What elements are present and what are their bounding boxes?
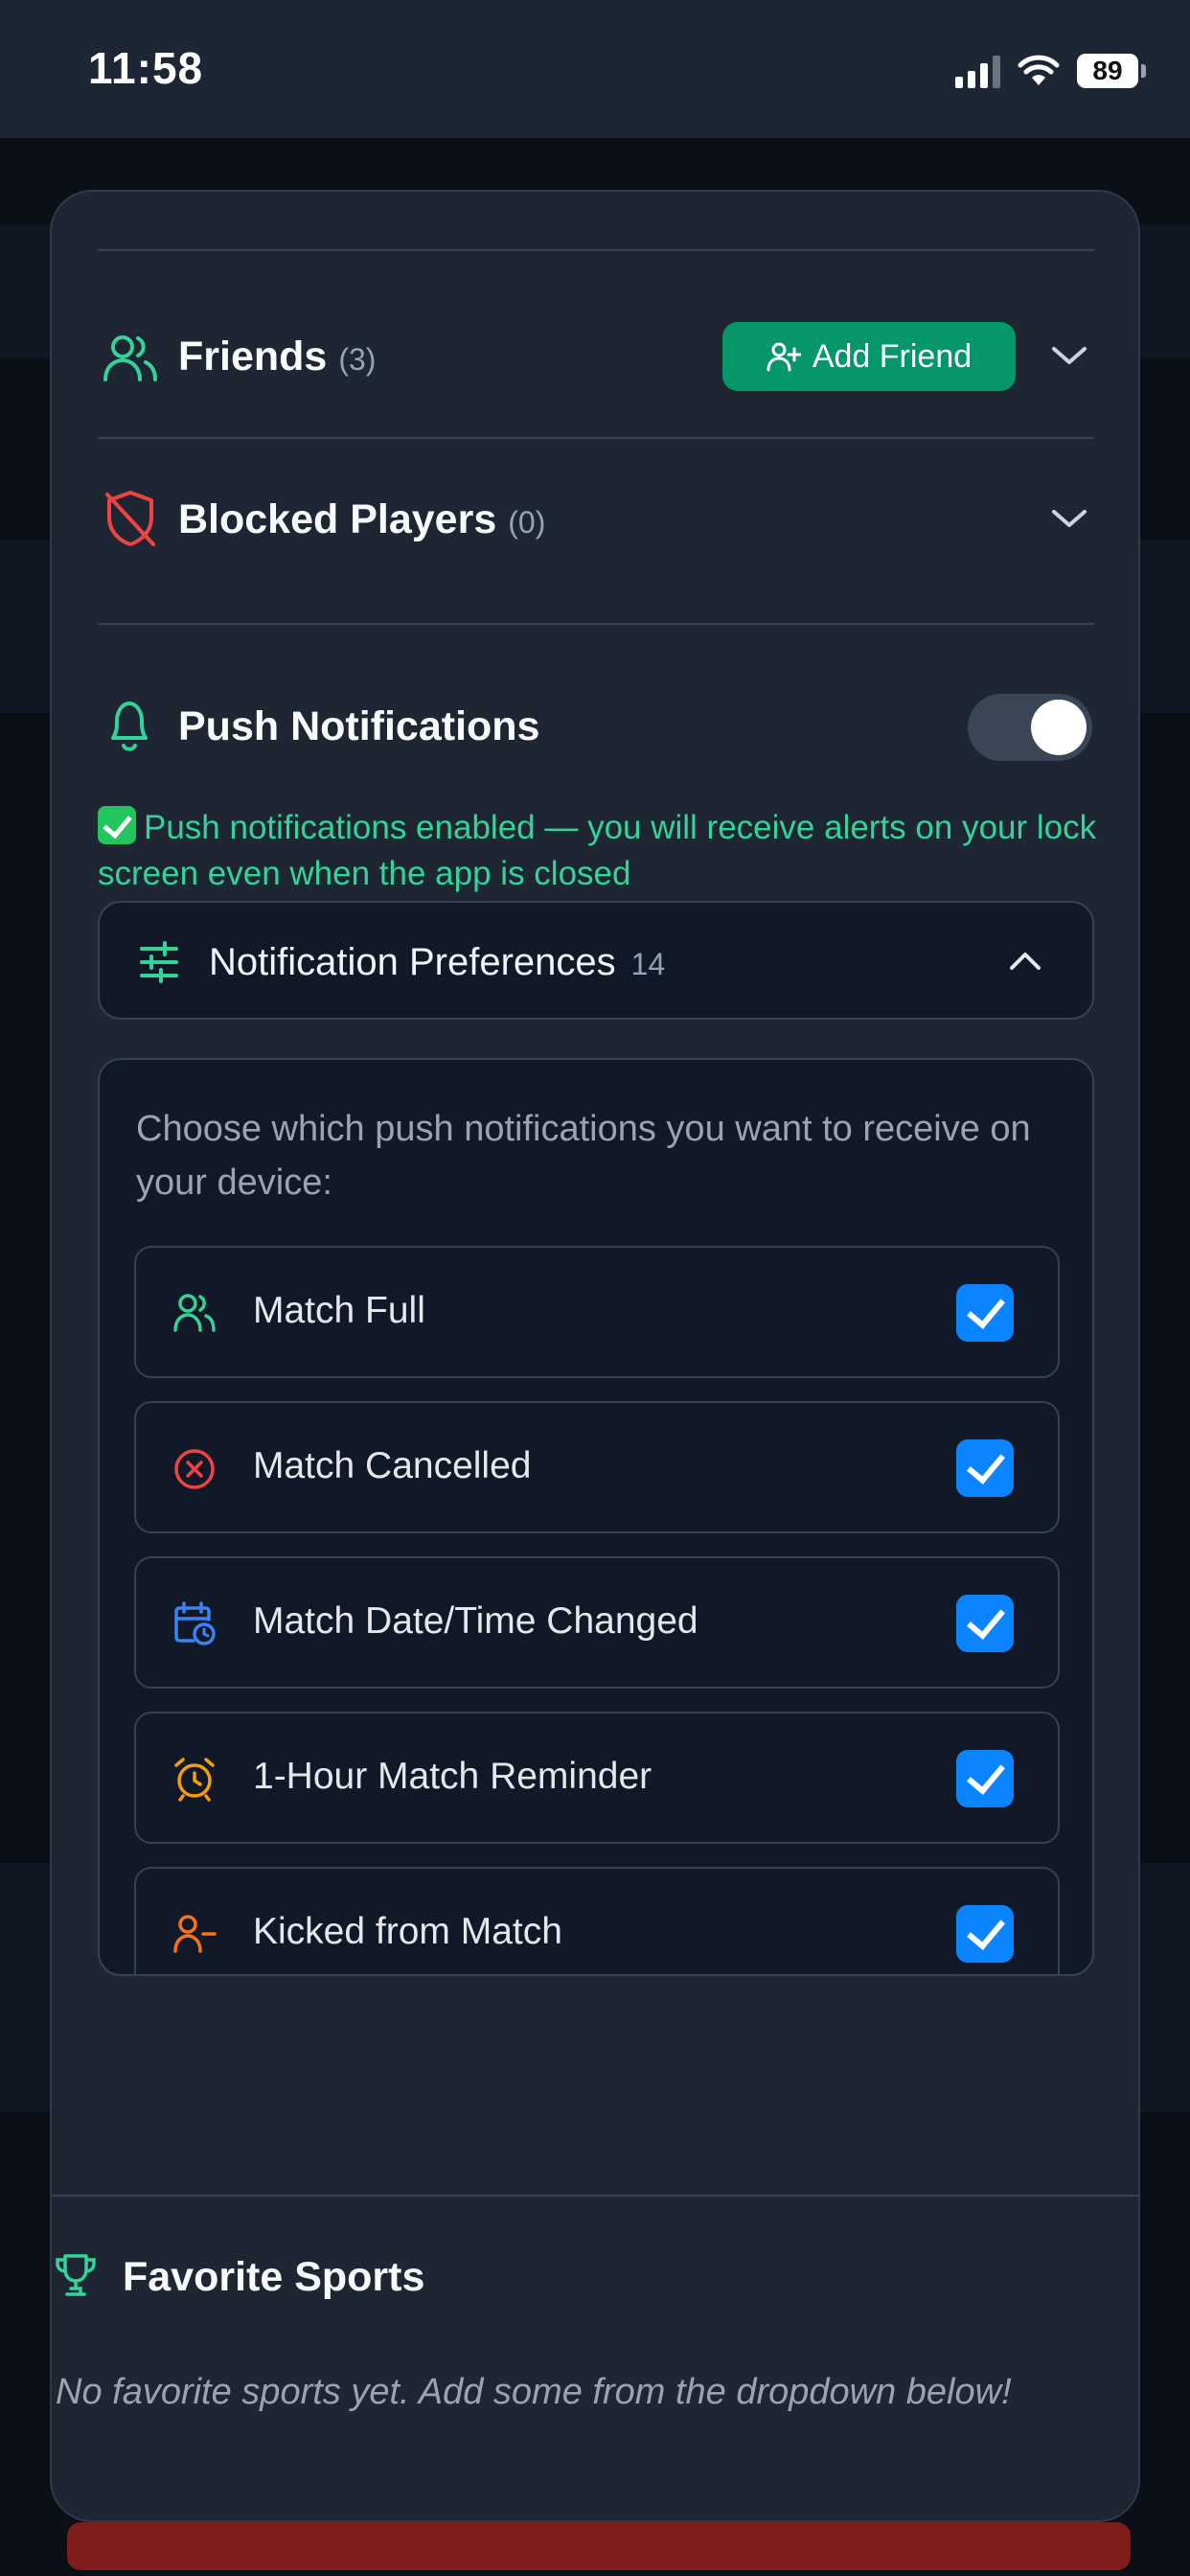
wifi-icon	[1018, 55, 1060, 85]
notification-preferences-panel[interactable]: Choose which push notifications you want…	[98, 1058, 1094, 1976]
push-notifications-title: Push Notifications	[178, 703, 540, 749]
push-notifications-toggle[interactable]	[968, 694, 1092, 761]
users-icon	[173, 1294, 216, 1332]
profile-sheet: Friends (3) Add Friend Blocked Players (0)…	[50, 190, 1140, 2522]
preferences-title-text: Notification Preferences	[209, 941, 616, 983]
status-icons: 89	[955, 50, 1146, 92]
pref-checkbox-match-cancelled[interactable]	[956, 1439, 1014, 1497]
add-friend-label: Add Friend	[812, 337, 973, 375]
friends-title: Friends	[178, 334, 328, 380]
alarm-clock-icon	[174, 1758, 215, 1802]
blocked-players-title: Blocked Players	[178, 496, 497, 542]
signal-icon	[955, 54, 1000, 88]
preferences-description: Choose which push notifications you want…	[136, 1109, 1031, 1203]
friends-section-header[interactable]: Friends (3)	[178, 334, 376, 380]
pref-item-match-date-time-changed[interactable]: Match Date/Time Changed	[134, 1556, 1060, 1689]
notification-preferences-toggle[interactable]: Notification Preferences 14	[98, 901, 1094, 1020]
notification-preferences-title: Notification Preferences 14	[209, 941, 665, 984]
user-minus-icon	[173, 1915, 217, 1953]
status-time: 11:58	[88, 43, 204, 93]
pref-label: Match Date/Time Changed	[253, 1600, 698, 1642]
calendar-clock-icon	[174, 1601, 216, 1645]
pref-label: Match Cancelled	[253, 1445, 532, 1486]
push-status-text: Push notifications enabled — you will re…	[98, 809, 1097, 892]
bell-icon	[111, 702, 148, 751]
user-plus-icon	[767, 342, 801, 372]
pref-checkbox-match-date-time-changed[interactable]	[956, 1595, 1014, 1652]
x-circle-icon	[174, 1449, 215, 1489]
status-bar: 11:58 89	[0, 0, 1190, 138]
divider	[98, 437, 1094, 439]
divider	[98, 623, 1094, 625]
favorite-sports-empty-message: No favorite sports yet. Add some from th…	[56, 2372, 1012, 2412]
trophy-icon	[56, 2254, 96, 2296]
preferences-count: 14	[630, 947, 666, 981]
pref-label: Kicked from Match	[253, 1911, 562, 1952]
pref-item-match-full[interactable]: Match Full	[134, 1246, 1060, 1378]
blocked-players-header[interactable]: Blocked Players (0)	[178, 496, 545, 543]
pref-label: 1-Hour Match Reminder	[253, 1756, 652, 1797]
pref-label: Match Full	[253, 1290, 425, 1331]
users-icon	[103, 335, 157, 381]
shield-off-icon	[105, 491, 155, 546]
battery-icon: 89	[1077, 54, 1146, 88]
pref-checkbox-match-full[interactable]	[956, 1284, 1014, 1342]
divider	[98, 249, 1094, 251]
pref-item-1-hour-match-reminder[interactable]: 1-Hour Match Reminder	[134, 1712, 1060, 1844]
pref-item-match-cancelled[interactable]: Match Cancelled	[134, 1401, 1060, 1533]
pref-checkbox-kicked-from-match[interactable]	[956, 1905, 1014, 1963]
pref-item-kicked-from-match[interactable]: Kicked from Match	[134, 1867, 1060, 1974]
add-friend-button[interactable]: Add Friend	[722, 322, 1016, 391]
chevron-up-icon	[1010, 953, 1041, 970]
battery-level: 89	[1077, 54, 1138, 88]
divider	[52, 2195, 1138, 2196]
toggle-knob	[1031, 700, 1087, 755]
chevron-down-icon[interactable]	[1048, 504, 1090, 533]
background-red-button	[67, 2522, 1131, 2570]
friends-count: (3)	[338, 342, 377, 377]
sliders-icon	[140, 941, 178, 983]
favorite-sports-title: Favorite Sports	[123, 2254, 425, 2300]
check-mark-icon	[98, 806, 136, 844]
chevron-down-icon[interactable]	[1048, 341, 1090, 370]
blocked-players-count: (0)	[508, 505, 546, 540]
push-status-message: Push notifications enabled — you will re…	[98, 805, 1104, 897]
pref-checkbox-1-hour-match-reminder[interactable]	[956, 1750, 1014, 1807]
